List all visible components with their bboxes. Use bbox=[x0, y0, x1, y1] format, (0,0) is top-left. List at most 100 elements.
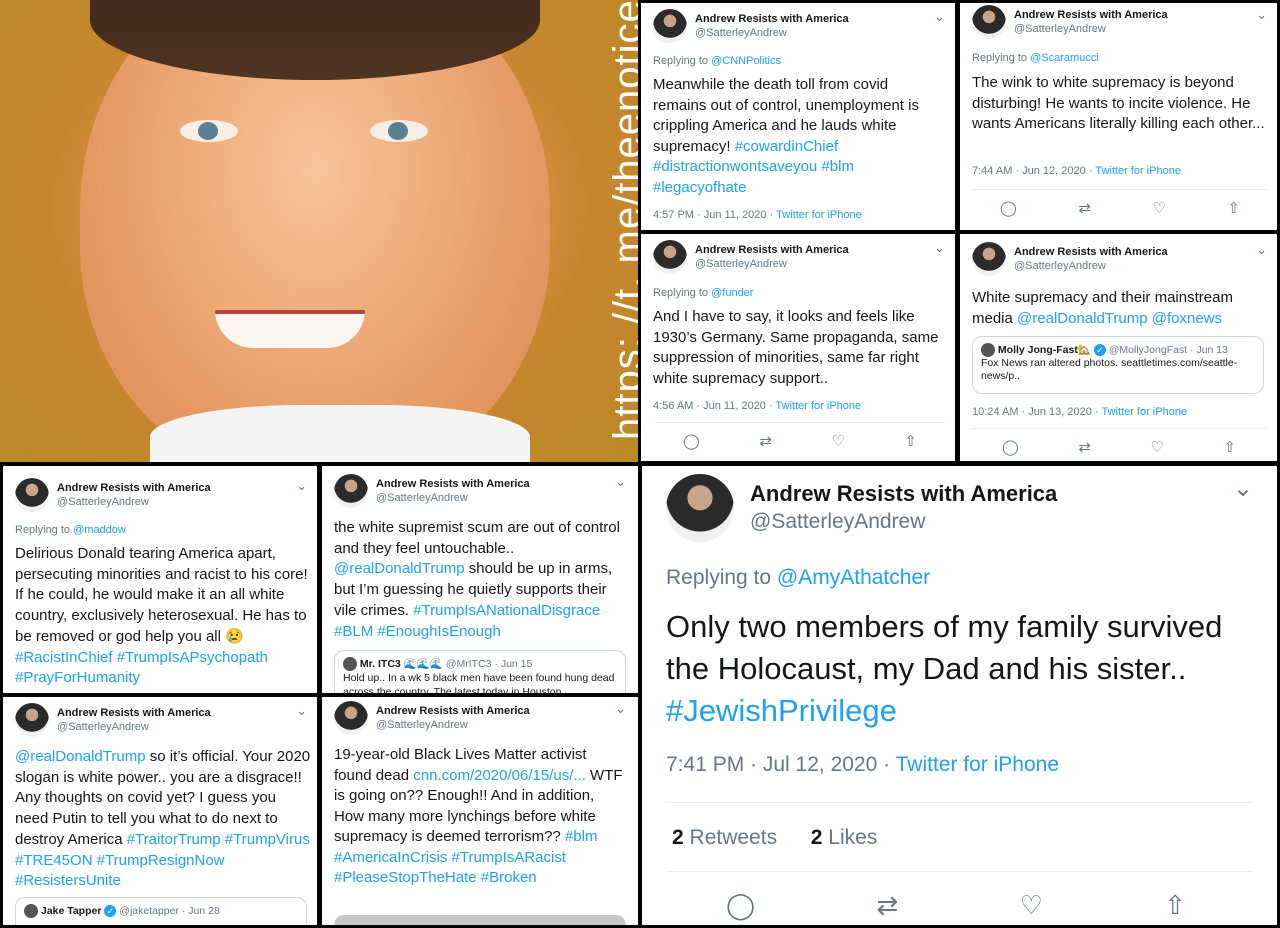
heart-icon[interactable]: ♡ bbox=[1150, 438, 1163, 456]
reply-icon[interactable]: ◯ bbox=[1000, 199, 1017, 217]
engagement-stats: 2 Retweets 2 Likes bbox=[672, 826, 877, 850]
avatar[interactable] bbox=[972, 5, 1006, 39]
retweet-icon[interactable]: ⇄ bbox=[1078, 438, 1091, 456]
retweet-icon[interactable]: ⇄ bbox=[1078, 199, 1091, 217]
time-text: 7:44 AM · Jun 12, 2020 bbox=[972, 165, 1086, 177]
author-name[interactable]: Andrew Resists with America bbox=[1014, 245, 1168, 259]
replying-to-label: Replying to bbox=[972, 52, 1028, 64]
share-icon[interactable]: ⇧ bbox=[1223, 438, 1236, 456]
dot: · bbox=[769, 400, 773, 412]
timestamp: 4:57 PM · Jun 11, 2020 · Twitter for iPh… bbox=[653, 209, 862, 221]
reply-icon[interactable]: ◯ bbox=[683, 432, 700, 450]
chevron-down-icon[interactable]: ⌄ bbox=[296, 703, 307, 719]
chevron-down-icon[interactable]: ⌄ bbox=[1256, 7, 1267, 23]
tweet-card-7[interactable]: Andrew Resists with America @SatterleyAn… bbox=[3, 697, 317, 925]
mention[interactable]: @realDonaldTrump bbox=[334, 560, 465, 577]
quoted-tweet[interactable]: Jake Tapper ✓ @jaketapper · Jun 28 bbox=[15, 897, 307, 925]
author-handle[interactable]: @SatterleyAndrew bbox=[750, 508, 1057, 536]
reply-icon[interactable]: ◯ bbox=[1002, 438, 1019, 456]
author-handle[interactable]: @SatterleyAndrew bbox=[695, 26, 849, 40]
tweet-card-5[interactable]: Andrew Resists with America @SatterleyAn… bbox=[3, 466, 317, 693]
tweet-card-2[interactable]: Andrew Resists with America @SatterleyAn… bbox=[960, 3, 1277, 230]
source-link[interactable]: Twitter for iPhone bbox=[776, 209, 862, 221]
chevron-down-icon[interactable]: ⌄ bbox=[1233, 474, 1253, 503]
source-link[interactable]: Twitter for iPhone bbox=[1095, 165, 1181, 177]
heart-icon[interactable]: ♡ bbox=[831, 432, 844, 450]
retweets-label[interactable]: Retweets bbox=[690, 826, 778, 849]
quote-author-name: Molly Jong-Fast🏡 bbox=[997, 343, 1091, 356]
retweet-icon[interactable]: ⇄ bbox=[759, 432, 772, 450]
chevron-down-icon[interactable]: ⌄ bbox=[615, 474, 626, 490]
share-icon[interactable]: ⇧ bbox=[1227, 199, 1240, 217]
time-text: 4:56 AM · Jun 11, 2020 bbox=[653, 400, 766, 412]
divider bbox=[972, 189, 1267, 190]
heart-icon[interactable]: ♡ bbox=[1152, 199, 1165, 217]
author-handle[interactable]: @SatterleyAndrew bbox=[376, 491, 530, 505]
time-text: 4:57 PM · Jun 11, 2020 bbox=[653, 209, 767, 221]
author-name[interactable]: Andrew Resists with America bbox=[750, 480, 1057, 508]
share-icon[interactable]: ⇧ bbox=[1164, 890, 1186, 921]
avatar[interactable] bbox=[334, 701, 368, 735]
avatar[interactable] bbox=[666, 474, 734, 542]
reply-to-link[interactable]: @AmyAthatcher bbox=[777, 566, 930, 589]
quoted-tweet[interactable]: Molly Jong-Fast🏡 ✓ @MollyJongFast · Jun … bbox=[972, 336, 1264, 394]
timestamp: 4:56 AM · Jun 11, 2020 · Twitter for iPh… bbox=[653, 400, 861, 412]
mentions[interactable]: @realDonaldTrump @foxnews bbox=[1017, 310, 1222, 327]
chevron-down-icon[interactable]: ⌄ bbox=[1256, 242, 1267, 258]
tweet-text-body: Delirious Donald tearing America apart, … bbox=[15, 545, 308, 645]
hashtags[interactable]: #JewishPrivilege bbox=[666, 693, 897, 728]
hashtags[interactable]: #RacistInChief #TrumpIsAPsychopath #Pray… bbox=[15, 649, 268, 687]
chevron-down-icon[interactable]: ⌄ bbox=[296, 478, 307, 494]
author-name[interactable]: Andrew Resists with America bbox=[695, 243, 849, 257]
reply-to-link[interactable]: @CNNPolitics bbox=[711, 55, 781, 67]
heart-icon[interactable]: ♡ bbox=[1020, 890, 1043, 921]
tweet-card-6[interactable]: Andrew Resists with America @SatterleyAn… bbox=[322, 466, 638, 693]
author-name[interactable]: Andrew Resists with America bbox=[695, 12, 849, 26]
divider bbox=[666, 802, 1253, 803]
link-card-image[interactable] bbox=[334, 915, 626, 925]
source-link[interactable]: Twitter for iPhone bbox=[1101, 406, 1187, 418]
avatar[interactable] bbox=[15, 478, 49, 512]
author-handle[interactable]: @SatterleyAndrew bbox=[376, 718, 530, 732]
author-handle[interactable]: @SatterleyAndrew bbox=[695, 257, 849, 271]
verified-icon: ✓ bbox=[1093, 344, 1106, 356]
source-link[interactable]: Twitter for iPhone bbox=[776, 400, 862, 412]
tweet-card-1[interactable]: Andrew Resists with America @SatterleyAn… bbox=[641, 3, 955, 230]
reply-to-link[interactable]: @Scaramucci bbox=[1030, 52, 1099, 64]
divider bbox=[972, 428, 1267, 429]
avatar[interactable] bbox=[653, 240, 687, 274]
likes-label[interactable]: Likes bbox=[828, 826, 877, 849]
tweet-card-8[interactable]: Andrew Resists with America @SatterleyAn… bbox=[322, 697, 638, 925]
reply-to-link[interactable]: @maddow bbox=[73, 524, 126, 536]
avatar[interactable] bbox=[15, 703, 49, 737]
mention[interactable]: @realDonaldTrump bbox=[15, 748, 146, 765]
tweet-card-4[interactable]: Andrew Resists with America @SatterleyAn… bbox=[960, 234, 1277, 461]
avatar[interactable] bbox=[334, 474, 368, 508]
retweet-icon[interactable]: ⇄ bbox=[876, 890, 898, 921]
avatar[interactable] bbox=[972, 242, 1006, 276]
source-link[interactable]: Twitter for iPhone bbox=[896, 753, 1059, 776]
author-name[interactable]: Andrew Resists with America bbox=[376, 704, 530, 718]
author-name[interactable]: Andrew Resists with America bbox=[1014, 8, 1168, 22]
author-name[interactable]: Andrew Resists with America bbox=[376, 477, 530, 491]
quote-text: Fox News ran altered photos. seattletime… bbox=[981, 357, 1238, 382]
chevron-down-icon[interactable]: ⌄ bbox=[615, 701, 626, 717]
quoted-tweet[interactable]: Mr. ITC3 🌊🌊🌊 @MrITC3 · Jun 15 Hold up.. … bbox=[334, 650, 626, 693]
reply-icon[interactable]: ◯ bbox=[726, 890, 755, 921]
author-handle[interactable]: @SatterleyAndrew bbox=[1014, 259, 1168, 273]
chevron-down-icon[interactable]: ⌄ bbox=[934, 9, 945, 25]
chevron-down-icon[interactable]: ⌄ bbox=[934, 240, 945, 256]
reply-to-link[interactable]: @funder bbox=[711, 287, 753, 299]
author-handle[interactable]: @SatterleyAndrew bbox=[1014, 22, 1168, 36]
author-name[interactable]: Andrew Resists with America bbox=[57, 481, 211, 495]
avatar[interactable] bbox=[653, 9, 687, 43]
tweet-text-part1: the white supremist scum are out of cont… bbox=[334, 519, 620, 557]
author-handle[interactable]: @SatterleyAndrew bbox=[57, 495, 211, 509]
share-icon[interactable]: ⇧ bbox=[904, 432, 917, 450]
quote-author-handle: @MrITC3 · Jun 15 bbox=[445, 658, 533, 670]
author-handle[interactable]: @SatterleyAndrew bbox=[57, 720, 211, 734]
tweet-card-3[interactable]: Andrew Resists with America @SatterleyAn… bbox=[641, 234, 955, 461]
article-link[interactable]: cnn.com/2020/06/15/us/... bbox=[413, 767, 586, 784]
tweet-card-9[interactable]: Andrew Resists with America @SatterleyAn… bbox=[642, 466, 1277, 925]
author-name[interactable]: Andrew Resists with America bbox=[57, 706, 211, 720]
